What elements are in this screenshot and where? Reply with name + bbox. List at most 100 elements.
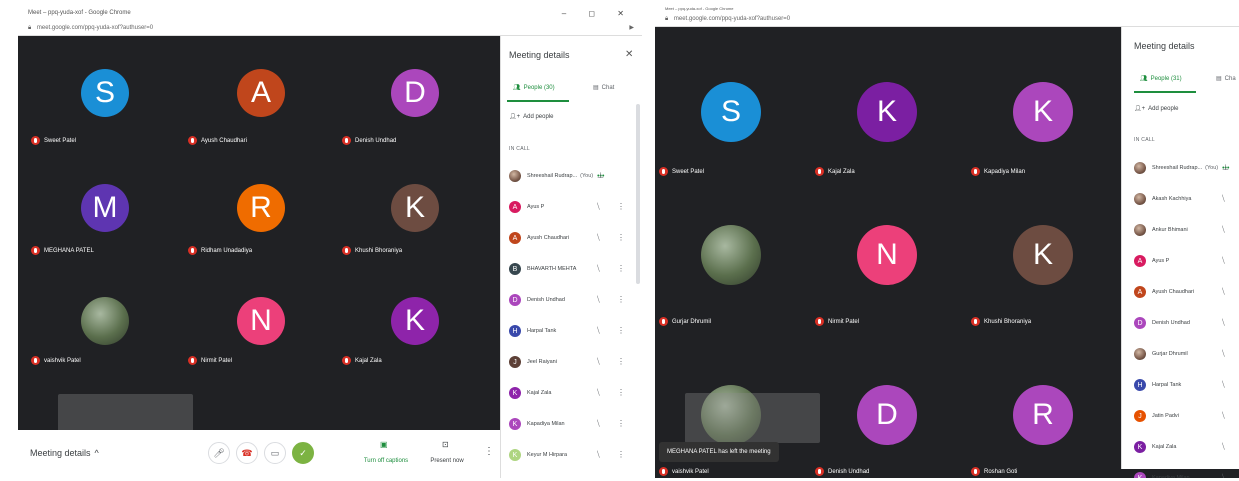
tab-chat[interactable]: ▤ Chat xyxy=(593,84,614,92)
avatar: K xyxy=(857,82,917,142)
participant-avatar: K xyxy=(509,449,521,461)
participant-menu-icon[interactable]: ⋮ xyxy=(617,357,625,366)
mic-muted-icon[interactable]: ⧹ xyxy=(1222,411,1225,421)
avatar: N xyxy=(857,225,917,285)
participant-menu-icon[interactable]: ⋮ xyxy=(617,233,625,242)
address-bar[interactable]: 🔒︎ meet.google.com/ppq-yuda-xof?authuser… xyxy=(18,21,642,36)
participant-menu-icon[interactable]: ⋮ xyxy=(617,326,625,335)
confirm-check-button[interactable]: ✓ xyxy=(292,442,314,464)
turn-off-captions-button[interactable]: Turn off captions xyxy=(356,458,416,464)
mic-muted-icon[interactable]: ⧹ xyxy=(597,450,600,460)
address-bar[interactable]: 🔒︎ meet.google.com/ppq-yuda-xof?authuser… xyxy=(655,12,1239,27)
scrollbar[interactable] xyxy=(636,104,640,284)
microphone-off-icon xyxy=(31,246,40,255)
pin-icon[interactable]: ⊥ xyxy=(597,171,604,180)
chevron-up-icon: ^ xyxy=(94,448,99,458)
mic-muted-icon[interactable]: ⧹ xyxy=(597,388,600,398)
participant-tile-name: vaishvik Patel xyxy=(31,356,81,365)
people-icon: 👥︎ xyxy=(513,85,521,91)
participant-row[interactable]: A Ayus P ⧹ ⋮ xyxy=(509,192,634,222)
mic-muted-icon[interactable]: ⧹ xyxy=(1222,287,1225,297)
participant-menu-icon[interactable]: ⋮ xyxy=(617,419,625,428)
participant-menu-icon[interactable]: ⋮ xyxy=(617,264,625,273)
participant-name: Jatin Padvi xyxy=(1152,413,1179,419)
participant-menu-icon[interactable]: ⋮ xyxy=(617,388,625,397)
close-icon[interactable]: ✕ xyxy=(625,49,633,60)
mic-muted-icon[interactable]: ⧹ xyxy=(597,326,600,336)
mic-muted-icon[interactable]: ⧹ xyxy=(597,233,600,243)
window-title: Meet – ppq-yuda-xof - Google Chrome xyxy=(665,6,734,11)
mic-muted-icon[interactable]: ⧹ xyxy=(1222,380,1225,390)
participant-row[interactable]: A Ayush Chaudhari ⧹ ⋮ xyxy=(509,223,634,253)
participant-row[interactable]: K Keyur M Hirpara ⧹ ⋮ xyxy=(509,440,634,470)
mic-muted-icon[interactable]: ⧹ xyxy=(597,295,600,305)
mic-muted-icon[interactable]: ⧹ xyxy=(597,264,600,274)
participant-row[interactable]: A Ayush Chaudhari ⧹ xyxy=(1134,277,1238,307)
participant-row[interactable]: K Kapadiya Milan ⧹ ⋮ xyxy=(509,409,634,439)
participant-row[interactable]: K Kajal Zala ⧹ xyxy=(1134,432,1238,462)
participant-name: Khushi Bhoraniya xyxy=(355,247,403,254)
extension-icon[interactable]: ▶ xyxy=(629,21,634,36)
participant-name: Ridham Unadadiya xyxy=(201,247,253,254)
participant-menu-icon[interactable]: ⋮ xyxy=(617,202,625,211)
tab-chat[interactable]: ▤ Cha xyxy=(1216,75,1236,83)
participant-row[interactable]: B BHAVARTH MEHTA ⧹ ⋮ xyxy=(509,254,634,284)
hang-up-button[interactable]: ☎︎ xyxy=(236,442,258,464)
participant-tile-name: Khushi Bhoraniya xyxy=(342,246,402,255)
tab-people[interactable]: 👥︎ People (30) xyxy=(513,84,555,92)
participant-row[interactable]: H Harpal Tank ⧹ xyxy=(1134,370,1238,400)
tab-people[interactable]: 👥︎ People (31) xyxy=(1140,75,1182,83)
mic-muted-icon[interactable]: ⧹ xyxy=(1222,194,1225,204)
mic-muted-icon[interactable]: ⧹ xyxy=(1222,473,1225,478)
captions-icon[interactable]: ▣ xyxy=(380,440,388,449)
meeting-details-button[interactable]: Meeting details ^ xyxy=(30,448,99,458)
present-now-button[interactable]: Present now xyxy=(422,458,472,464)
mic-muted-icon[interactable]: ⧹ xyxy=(1222,442,1225,452)
mic-muted-icon[interactable]: ⧹ xyxy=(597,419,600,429)
participant-avatar: A xyxy=(509,201,521,213)
participant-menu-icon[interactable]: ⋮ xyxy=(617,295,625,304)
participant-row[interactable]: Gurjar Dhrumil ⧹ xyxy=(1134,339,1238,369)
microphone-button[interactable]: 🎤︎ xyxy=(208,442,230,464)
participant-avatar: K xyxy=(1134,472,1146,478)
mic-muted-icon[interactable]: ⧹ xyxy=(1222,225,1225,235)
camera-button[interactable]: ▭ xyxy=(264,442,286,464)
participant-row[interactable]: D Denish Undhad ⧹ xyxy=(1134,308,1238,338)
you-label: (You) xyxy=(580,173,594,179)
participant-row[interactable]: K Kapadiya Milan ⧹ xyxy=(1134,463,1238,478)
captions-overlay xyxy=(685,393,820,443)
participant-row[interactable]: K Kajal Zala ⧹ ⋮ xyxy=(509,378,634,408)
mic-muted-icon[interactable]: ⧹ xyxy=(597,202,600,212)
participant-name: Ayush Chaudhari xyxy=(527,235,570,241)
pin-icon[interactable]: ⊥ xyxy=(1222,163,1229,172)
window-title: Meet – ppq-yuda-xof - Google Chrome xyxy=(28,10,131,16)
participant-row[interactable]: Shreeshail Rudrap... (You) ••• ⊥ xyxy=(509,161,634,191)
more-options-icon[interactable]: ⋮ xyxy=(484,446,494,457)
add-people-button[interactable]: 👤︎+ Add people xyxy=(509,113,554,121)
mic-muted-icon[interactable]: ⧹ xyxy=(1222,318,1225,328)
participant-tile-name: Kapadiya Milan xyxy=(971,167,1025,176)
tab-people-underline xyxy=(507,100,569,102)
screenshot-left: Meet – ppq-yuda-xof - Google Chrome – ◻ … xyxy=(18,6,642,478)
participant-row[interactable]: J Jatin Padvi ⧹ xyxy=(1134,401,1238,431)
participant-row[interactable]: A Ayus P ⧹ xyxy=(1134,246,1238,276)
participant-name: vaishvik Patel xyxy=(672,468,709,475)
window-controls[interactable]: – ◻ ✕ xyxy=(562,6,634,21)
lock-icon: 🔒︎ xyxy=(665,16,669,22)
participant-menu-icon[interactable]: ⋮ xyxy=(617,450,625,459)
participant-row[interactable]: H Harpal Tank ⧹ ⋮ xyxy=(509,316,634,346)
participant-row[interactable]: Shreeshail Rudrap... (You) ••• ⊥ xyxy=(1134,153,1238,183)
mic-muted-icon[interactable]: ⧹ xyxy=(1222,256,1225,266)
mic-muted-icon[interactable]: ⧹ xyxy=(1222,349,1225,359)
participant-row[interactable]: KKeyur Movaliya⧹⋮ xyxy=(509,471,634,478)
participant-tile-name: Gurjar Dhrumil xyxy=(659,317,711,326)
meeting-details-panel: Meeting details ✕ 👥︎ People (30) ▤ Chat … xyxy=(500,36,642,478)
participant-row[interactable]: J Jeel Raiyani ⧹ ⋮ xyxy=(509,347,634,377)
participant-row[interactable]: D Denish Undhad ⧹ ⋮ xyxy=(509,285,634,315)
participant-row[interactable]: Akash Kachhiya ⧹ xyxy=(1134,184,1238,214)
present-icon[interactable]: ⊡ xyxy=(442,440,449,449)
participant-row[interactable]: Ankur Bhimani ⧹ xyxy=(1134,215,1238,245)
mic-muted-icon[interactable]: ⧹ xyxy=(597,357,600,367)
avatar: N xyxy=(237,297,285,345)
add-people-button[interactable]: 👤︎+ Add people xyxy=(1134,105,1179,113)
